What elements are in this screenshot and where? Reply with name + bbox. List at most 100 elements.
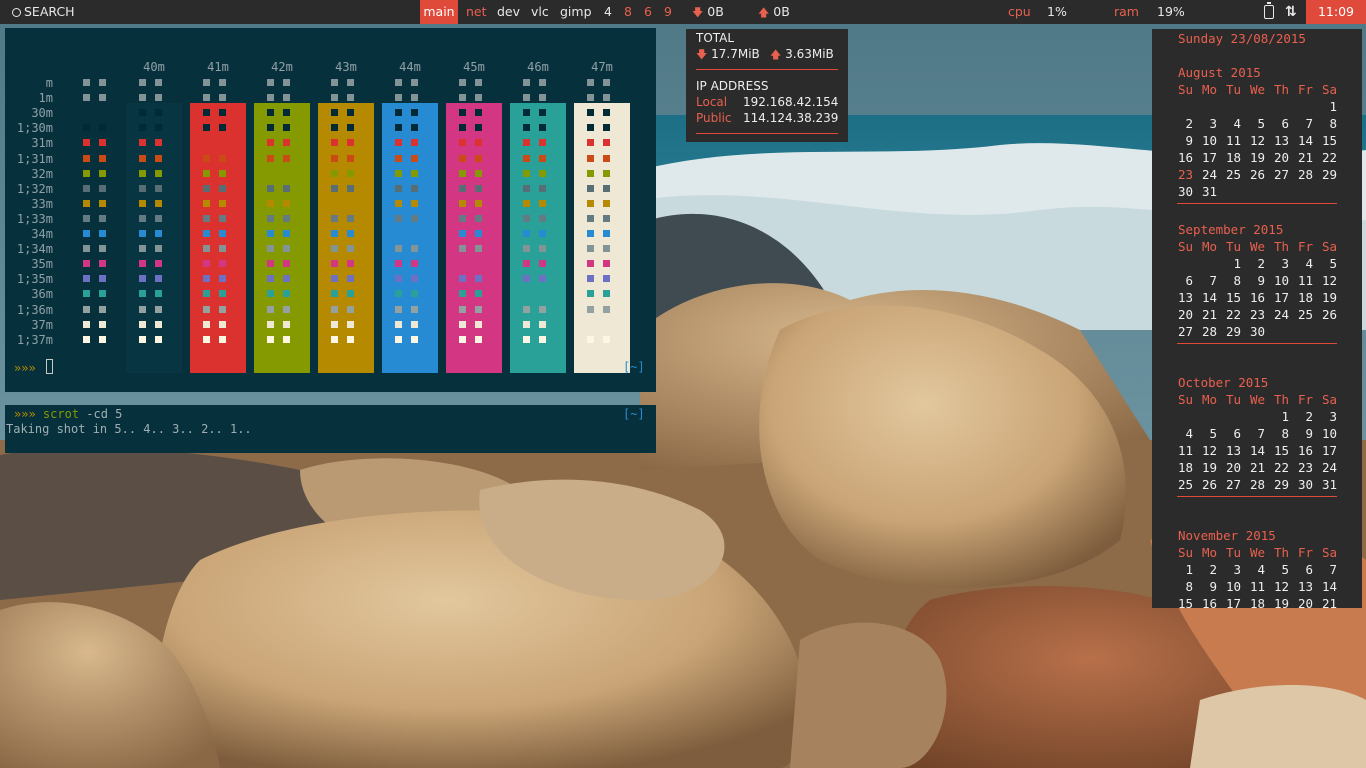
calendar-day[interactable]: 17 xyxy=(1319,442,1343,459)
calendar-day[interactable]: 5 xyxy=(1271,561,1295,578)
workspace-gimp[interactable]: gimp xyxy=(560,0,592,24)
calendar-day[interactable]: 11 xyxy=(1247,578,1271,595)
calendar-day[interactable]: 19 xyxy=(1247,149,1271,166)
calendar-day[interactable]: 7 xyxy=(1247,425,1271,442)
calendar-day[interactable]: 7 xyxy=(1319,561,1343,578)
workspace-9[interactable]: 9 xyxy=(664,0,672,24)
calendar-day[interactable]: 27 xyxy=(1175,323,1199,340)
network-transfer-icon[interactable]: ⇅ xyxy=(1285,0,1297,24)
calendar-day[interactable]: 24 xyxy=(1319,459,1343,476)
calendar-day[interactable]: 26 xyxy=(1199,476,1223,493)
calendar-day[interactable]: 26 xyxy=(1247,166,1271,183)
calendar-day[interactable]: 20 xyxy=(1295,595,1319,608)
calendar-day[interactable]: 8 xyxy=(1175,578,1199,595)
calendar-day[interactable]: 12 xyxy=(1199,442,1223,459)
calendar-day[interactable]: 28 xyxy=(1247,476,1271,493)
calendar-day[interactable]: 24 xyxy=(1199,166,1223,183)
calendar-day[interactable]: 23 xyxy=(1247,306,1271,323)
workspace-net[interactable]: net xyxy=(466,0,487,24)
calendar-day[interactable]: 9 xyxy=(1199,578,1223,595)
calendar-day[interactable]: 2 xyxy=(1199,561,1223,578)
calendar-day[interactable]: 29 xyxy=(1319,166,1343,183)
calendar-day[interactable]: 15 xyxy=(1271,442,1295,459)
calendar-day[interactable]: 12 xyxy=(1271,578,1295,595)
calendar-day[interactable]: 5 xyxy=(1199,425,1223,442)
calendar-day[interactable]: 18 xyxy=(1295,289,1319,306)
calendar-day[interactable]: 6 xyxy=(1223,425,1247,442)
calendar-day[interactable]: 10 xyxy=(1271,272,1295,289)
calendar-day[interactable]: 12 xyxy=(1319,272,1343,289)
calendar-day[interactable]: 21 xyxy=(1247,459,1271,476)
calendar-day[interactable]: 10 xyxy=(1199,132,1223,149)
calendar-day[interactable]: 23 xyxy=(1295,459,1319,476)
calendar-day[interactable]: 27 xyxy=(1271,166,1295,183)
calendar-day[interactable]: 27 xyxy=(1223,476,1247,493)
calendar-day[interactable]: 17 xyxy=(1271,289,1295,306)
calendar-day[interactable]: 24 xyxy=(1271,306,1295,323)
calendar-day[interactable]: 15 xyxy=(1223,289,1247,306)
calendar-day[interactable]: 30 xyxy=(1295,476,1319,493)
calendar-day[interactable]: 28 xyxy=(1199,323,1223,340)
calendar-day[interactable]: 21 xyxy=(1319,595,1343,608)
terminal-color-table[interactable]: 40m 41m 42m 43m 44m 45m 46m 47m m 1m 30m 1;30m 31m 1… xyxy=(5,28,656,392)
calendar-day[interactable]: 13 xyxy=(1223,442,1247,459)
calendar-day[interactable]: 29 xyxy=(1271,476,1295,493)
calendar-day[interactable]: 3 xyxy=(1199,115,1223,132)
calendar-day[interactable]: 16 xyxy=(1247,289,1271,306)
calendar-day[interactable]: 21 xyxy=(1295,149,1319,166)
calendar-day[interactable]: 10 xyxy=(1223,578,1247,595)
calendar-day[interactable]: 15 xyxy=(1319,132,1343,149)
calendar-day[interactable]: 21 xyxy=(1199,306,1223,323)
calendar-day[interactable]: 5 xyxy=(1319,255,1343,272)
workspace-main[interactable]: main xyxy=(420,0,458,24)
calendar-day[interactable]: 28 xyxy=(1295,166,1319,183)
calendar-day[interactable]: 13 xyxy=(1271,132,1295,149)
calendar-day[interactable]: 6 xyxy=(1295,561,1319,578)
calendar-day[interactable]: 1 xyxy=(1223,255,1247,272)
search-launcher[interactable]: SEARCH xyxy=(12,0,75,24)
calendar-day[interactable]: 2 xyxy=(1175,115,1199,132)
calendar-day[interactable]: 5 xyxy=(1247,115,1271,132)
calendar-day[interactable]: 31 xyxy=(1319,476,1343,493)
calendar-day[interactable]: 18 xyxy=(1247,595,1271,608)
calendar-day[interactable]: 9 xyxy=(1295,425,1319,442)
calendar-day[interactable]: 18 xyxy=(1175,459,1199,476)
calendar-day[interactable]: 4 xyxy=(1247,561,1271,578)
calendar-day[interactable]: 3 xyxy=(1271,255,1295,272)
calendar-day[interactable]: 8 xyxy=(1223,272,1247,289)
calendar-day[interactable]: 2 xyxy=(1247,255,1271,272)
calendar-day[interactable]: 8 xyxy=(1271,425,1295,442)
workspace-4[interactable]: 4 xyxy=(604,0,612,24)
calendar-day[interactable]: 7 xyxy=(1199,272,1223,289)
calendar-day[interactable]: 17 xyxy=(1199,149,1223,166)
calendar-day[interactable]: 16 xyxy=(1295,442,1319,459)
calendar-day[interactable]: 20 xyxy=(1175,306,1199,323)
clock[interactable]: 11:09 xyxy=(1306,0,1366,24)
calendar-day[interactable]: 6 xyxy=(1271,115,1295,132)
calendar-day[interactable]: 26 xyxy=(1319,306,1343,323)
calendar-day[interactable]: 16 xyxy=(1175,149,1199,166)
calendar-day[interactable]: 1 xyxy=(1271,408,1295,425)
calendar-day[interactable]: 11 xyxy=(1175,442,1199,459)
calendar-day[interactable]: 9 xyxy=(1247,272,1271,289)
calendar-day[interactable]: 9 xyxy=(1175,132,1199,149)
calendar-day[interactable]: 10 xyxy=(1319,425,1343,442)
text-cursor[interactable] xyxy=(46,359,53,374)
battery-icon[interactable] xyxy=(1264,2,1274,19)
terminal-scrot[interactable]: »»» scrot -cd 5 [~] Taking shot in 5.. 4… xyxy=(5,405,656,453)
calendar-day[interactable]: 30 xyxy=(1247,323,1271,340)
calendar-day[interactable]: 20 xyxy=(1271,149,1295,166)
calendar-day[interactable]: 17 xyxy=(1223,595,1247,608)
calendar-day[interactable]: 25 xyxy=(1295,306,1319,323)
calendar-day[interactable]: 19 xyxy=(1319,289,1343,306)
calendar-day[interactable]: 19 xyxy=(1199,459,1223,476)
workspace-vlc[interactable]: vlc xyxy=(531,0,549,24)
calendar-day[interactable]: 2 xyxy=(1295,408,1319,425)
calendar-day[interactable]: 22 xyxy=(1319,149,1343,166)
calendar-day[interactable]: 4 xyxy=(1175,425,1199,442)
calendar-day[interactable]: 11 xyxy=(1295,272,1319,289)
calendar-day[interactable]: 20 xyxy=(1223,459,1247,476)
calendar-day[interactable]: 7 xyxy=(1295,115,1319,132)
calendar-day[interactable]: 30 xyxy=(1175,183,1199,200)
calendar-day[interactable]: 12 xyxy=(1247,132,1271,149)
